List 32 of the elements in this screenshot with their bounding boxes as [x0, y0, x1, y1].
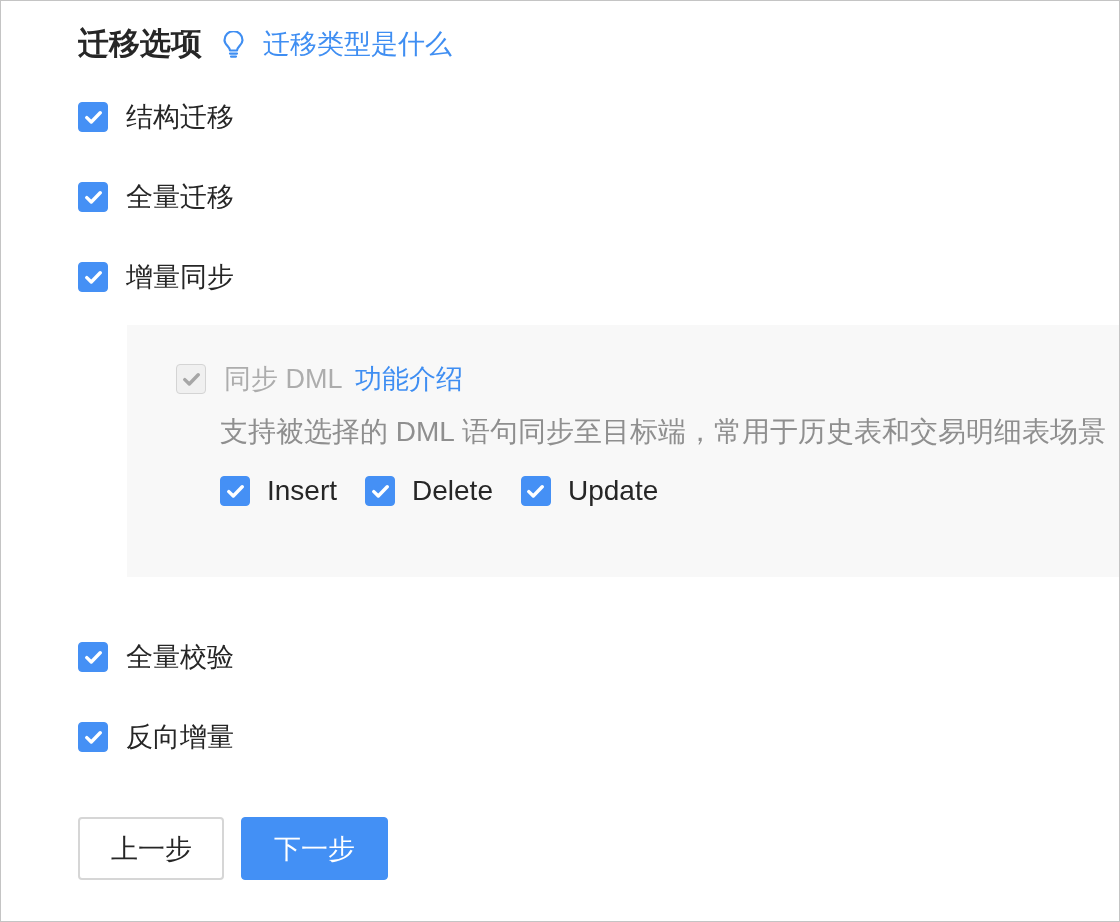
checkmark-icon — [84, 730, 102, 744]
checkmark-icon — [527, 484, 545, 498]
option-label: Delete — [412, 476, 493, 506]
checkbox[interactable] — [365, 476, 396, 506]
checkmark-icon — [182, 372, 200, 386]
checkmark-icon — [84, 270, 102, 284]
checkmark-icon — [84, 110, 102, 124]
checkbox[interactable] — [78, 102, 108, 132]
lightbulb-icon — [223, 30, 244, 58]
option-label: Update — [567, 476, 659, 506]
option-label: 增量同步 — [126, 262, 234, 292]
option-label: 结构迁移 — [126, 102, 234, 132]
checkbox[interactable] — [78, 642, 108, 672]
checkmark-icon — [371, 484, 389, 498]
option-label: 全量校验 — [126, 642, 234, 672]
checkbox[interactable] — [78, 722, 108, 752]
checkmark-icon — [226, 484, 244, 498]
checkbox[interactable] — [220, 476, 250, 506]
checkbox[interactable] — [78, 262, 108, 292]
option-label: Insert — [267, 476, 338, 506]
checkbox[interactable] — [520, 476, 551, 506]
section-title: 迁移选项 — [78, 28, 202, 60]
option-label: 反向增量 — [126, 722, 234, 752]
checkmark-icon — [84, 650, 102, 664]
option-label: 全量迁移 — [126, 182, 234, 212]
checkbox[interactable] — [78, 182, 108, 212]
description-text: 支持被选择的 DML 语句同步至目标端，常用于历史表和交易明细表场景 — [220, 417, 1107, 447]
next-button[interactable]: 下一步 — [241, 817, 388, 880]
help-link[interactable]: 迁移类型是什么 — [263, 28, 452, 60]
back-button[interactable]: 上一步 — [78, 817, 224, 880]
option-label: 同步 DML — [224, 364, 343, 394]
checkmark-icon — [84, 190, 102, 204]
